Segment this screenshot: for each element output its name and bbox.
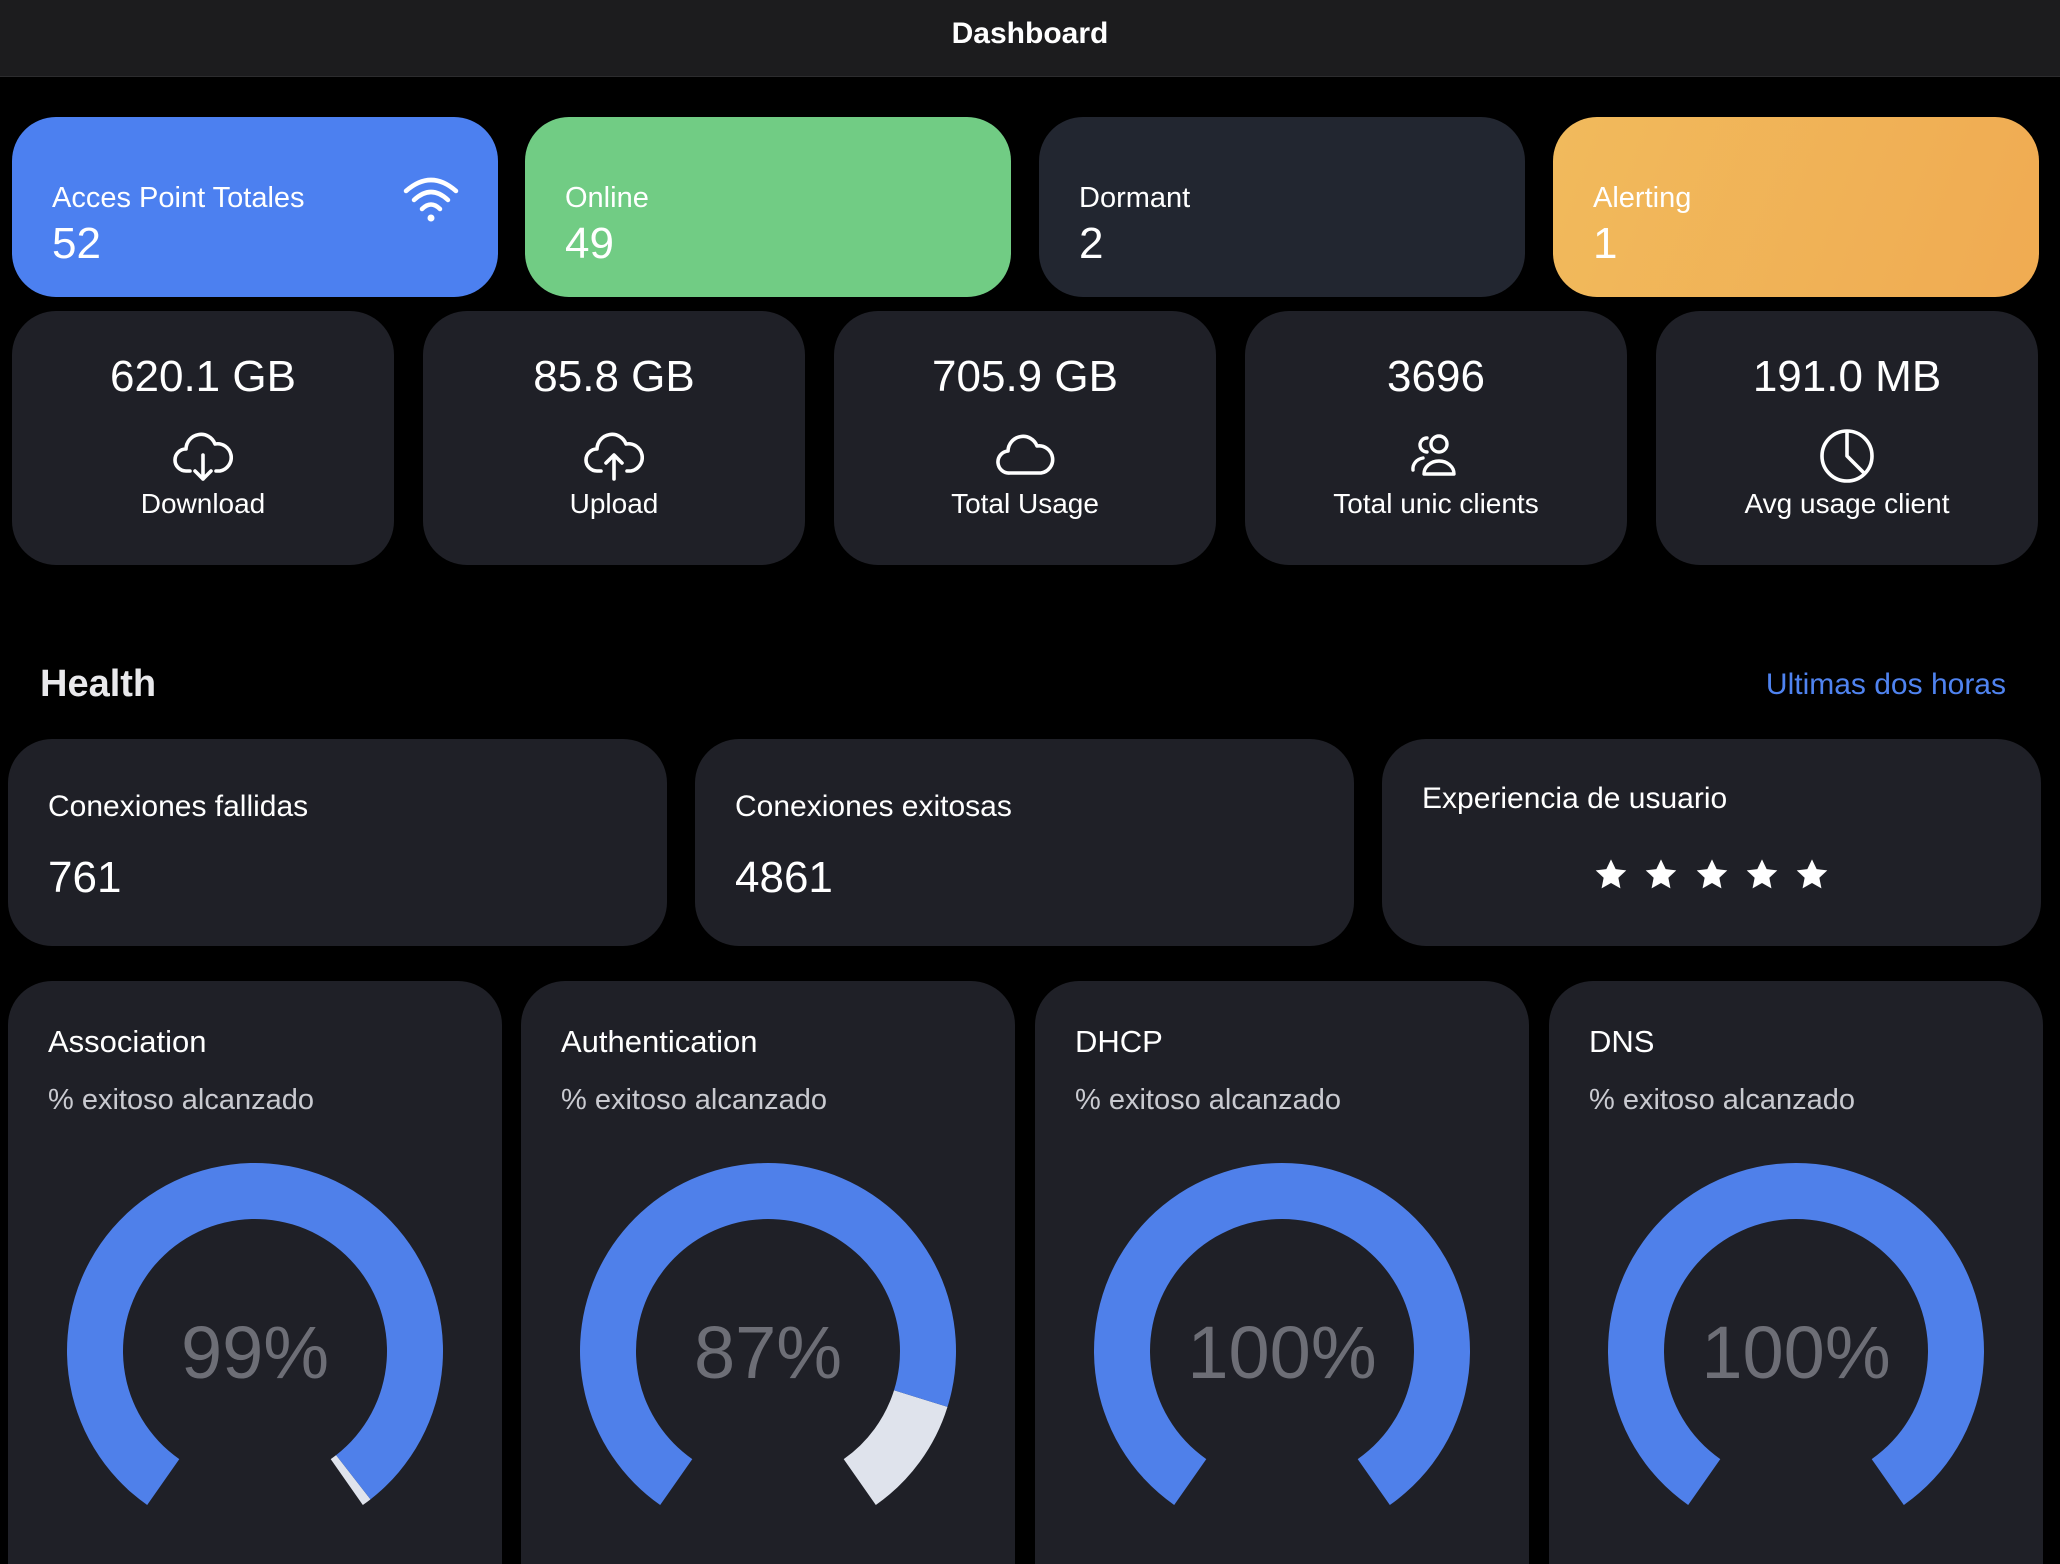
- status-value: 52: [52, 219, 101, 268]
- gauge-value: 100%: [1701, 1311, 1890, 1394]
- star-rating: [1382, 857, 2041, 898]
- status-card-online[interactable]: Online 49: [525, 117, 1011, 297]
- metric-value: 85.8 GB: [533, 352, 695, 401]
- gauge-value: 99%: [181, 1311, 329, 1394]
- gauge-card-dhcp[interactable]: DHCP % exitoso alcanzado 100%: [1035, 981, 1529, 1564]
- metric-label: Download: [140, 488, 266, 519]
- metric-card-download[interactable]: 620.1 GB Download: [12, 311, 394, 565]
- gauge-title: Association: [48, 1024, 207, 1059]
- star-icon: [1746, 859, 1778, 889]
- gauge-value: 100%: [1187, 1311, 1376, 1394]
- gauge-title: Authentication: [561, 1024, 758, 1059]
- status-value: 2: [1079, 219, 1104, 268]
- status-value: 49: [565, 219, 614, 268]
- metric-card-total-usage[interactable]: 705.9 GB Total Usage: [834, 311, 1216, 565]
- health-label: Experiencia de usuario: [1422, 782, 1728, 815]
- successful-connections-card[interactable]: Conexiones exitosas 4861: [695, 739, 1354, 946]
- metric-label: Total Usage: [951, 488, 1099, 519]
- gauge-chart: 100%: [1094, 1162, 1470, 1505]
- gauge-chart: 87%: [580, 1163, 957, 1505]
- users-icon: [1411, 434, 1456, 476]
- user-experience-card[interactable]: Experiencia de usuario: [1382, 739, 2041, 946]
- metric-card-avg-usage[interactable]: 191.0 MB Avg usage client: [1656, 311, 2038, 565]
- health-label: Conexiones exitosas: [735, 790, 1012, 823]
- star-icon: [1797, 859, 1828, 889]
- status-label: Online: [565, 182, 649, 214]
- status-card-access-points[interactable]: Acces Point Totales 52: [12, 117, 498, 297]
- health-section-title: Health: [40, 663, 157, 705]
- period-link[interactable]: Ultimas dos horas: [1766, 668, 2006, 702]
- status-value: 1: [1593, 219, 1618, 268]
- gauge-title: DNS: [1589, 1024, 1655, 1059]
- health-value: 4861: [735, 853, 833, 902]
- metric-value: 620.1 GB: [110, 352, 296, 401]
- gauge-remainder-arc: [843, 1390, 948, 1505]
- status-label: Dormant: [1079, 182, 1191, 214]
- top-bar: Dashboard: [0, 0, 2060, 77]
- health-value: 761: [48, 853, 122, 902]
- gauge-subtitle: % exitoso alcanzado: [48, 1084, 314, 1116]
- gauge-chart: 100%: [1608, 1162, 1984, 1505]
- status-card-dormant[interactable]: Dormant 2: [1039, 117, 1525, 297]
- status-label: Alerting: [1593, 182, 1692, 214]
- gauge-card-dns[interactable]: DNS % exitoso alcanzado 100%: [1549, 981, 2043, 1564]
- cloud-icon: [996, 434, 1055, 475]
- metric-card-upload[interactable]: 85.8 GB Upload: [423, 311, 805, 565]
- health-label: Conexiones fallidas: [48, 790, 309, 823]
- metric-card-unique-clients[interactable]: 3696 Total unic clients: [1245, 311, 1627, 565]
- metric-value: 3696: [1387, 352, 1485, 401]
- star-icon: [1645, 859, 1677, 889]
- metric-value: 191.0 MB: [1752, 352, 1942, 401]
- gauge-card-association[interactable]: Association % exitoso alcanzado 99%: [8, 981, 502, 1564]
- gauge-value: 87%: [694, 1311, 842, 1394]
- pie-chart-icon: [1820, 429, 1874, 483]
- metric-label: Avg usage client: [1744, 488, 1950, 519]
- status-label: Acces Point Totales: [52, 182, 305, 214]
- cloud-download-icon: [173, 432, 233, 481]
- metric-label: Total unic clients: [1333, 488, 1539, 519]
- metric-label: Upload: [569, 488, 659, 519]
- failed-connections-card[interactable]: Conexiones fallidas 761: [8, 739, 667, 946]
- star-icon: [1595, 859, 1626, 889]
- cloud-upload-icon: [584, 432, 644, 481]
- gauge-title: DHCP: [1075, 1024, 1163, 1059]
- gauge-chart: 99%: [67, 1163, 444, 1505]
- gauge-subtitle: % exitoso alcanzado: [561, 1084, 827, 1116]
- page-title: Dashboard: [951, 17, 1109, 50]
- metric-value: 705.9 GB: [932, 352, 1118, 401]
- gauge-subtitle: % exitoso alcanzado: [1589, 1084, 1855, 1116]
- star-icon: [1696, 859, 1727, 889]
- gauge-card-authentication[interactable]: Authentication % exitoso alcanzado 87%: [521, 981, 1015, 1564]
- status-card-alerting[interactable]: Alerting 1: [1553, 117, 2039, 297]
- wifi-icon: [403, 177, 459, 222]
- gauge-subtitle: % exitoso alcanzado: [1075, 1084, 1341, 1116]
